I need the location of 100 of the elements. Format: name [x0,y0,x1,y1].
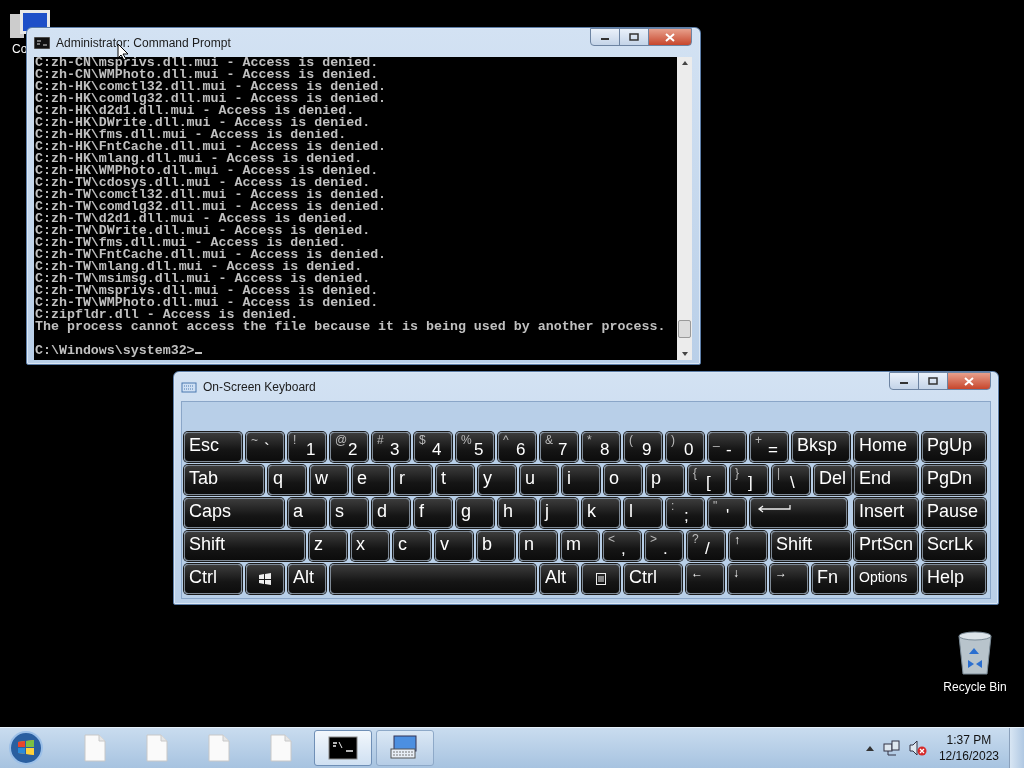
scrollbar[interactable] [677,57,692,360]
keyboard-key[interactable]: : ; [666,498,704,528]
keyboard-key[interactable]: n [519,531,557,561]
clock[interactable]: 1:37 PM 12/16/2023 [934,732,1003,764]
keyboard-key[interactable]: Ctrl [624,564,682,594]
terminal-line: C:zh-TW\cdosys.dll.mui - Access is denied. [35,177,371,189]
terminal-line: C:zh-TW\msimsg.dll.mui - Access is denied. [35,273,371,285]
keyboard-taskbar-button[interactable] [376,730,434,766]
keyboard-key[interactable]: h [498,498,536,528]
keyboard-key[interactable]: ( 9 [624,432,662,462]
keyboard-key[interactable]: j [540,498,578,528]
keyboard-key[interactable]: Shift [771,531,851,561]
keyboard-key[interactable]: Bksp [792,432,850,462]
keyboard-key[interactable]: ! 1 [288,432,326,462]
keyboard-key[interactable]: g [456,498,494,528]
keyboard-key[interactable]: { [ [688,465,726,495]
show-hidden-icons-button[interactable] [864,744,875,752]
keyboard-key[interactable]: " ' [708,498,746,528]
keyboard-key[interactable]: Home [854,432,918,462]
scroll-thumb[interactable] [678,320,691,338]
keyboard-key[interactable]: } ] [730,465,768,495]
command-prompt[interactable]: C:\Windows\system32> [35,343,195,358]
keyboard-key[interactable]: f [414,498,452,528]
keyboard-key[interactable]: c [393,531,431,561]
keyboard-key[interactable]: ^ 6 [498,432,536,462]
keyboard-key[interactable]: | \ [772,465,810,495]
keyboard-key[interactable]: ↑ [729,531,767,561]
keyboard-key[interactable]: Shift [184,531,305,561]
keyboard-key[interactable]: ScrLk [922,531,986,561]
terminal-line: C:zh-TW\FntCache.dll.mui - Access is denied. [35,249,388,261]
keyboard-key[interactable]: x [351,531,389,561]
keyboard-key[interactable]: y [478,465,516,495]
keyboard-key[interactable]: ← [686,564,724,594]
keyboard-key[interactable]: Insert [854,498,918,528]
keyboard-key[interactable]: Esc [184,432,242,462]
terminal-line: C:zh-TW\WMPhoto.dll.mui - Access is denied. [35,297,380,309]
keyboard-key[interactable]: d [372,498,410,528]
keyboard-key[interactable]: & 7 [540,432,578,462]
console-taskbar-button[interactable] [314,730,372,766]
keyboard-key[interactable]: i [562,465,600,495]
keyboard-key[interactable]: Caps [184,498,284,528]
maximize-button[interactable] [918,372,948,390]
start-button[interactable] [8,730,44,766]
keyboard-key[interactable]: w [310,465,348,495]
keyboard-key[interactable]: v [435,531,473,561]
keyboard-key[interactable]: ~ ` [246,432,284,462]
keyboard-key[interactable]: $ 4 [414,432,452,462]
keyboard-key[interactable]: PgUp [922,432,986,462]
keyboard-key[interactable]: b [477,531,515,561]
keyboard-key[interactable]: a [288,498,326,528]
windows-key[interactable] [246,564,284,594]
keyboard-key[interactable]: * 8 [582,432,620,462]
keyboard-key[interactable]: u [520,465,558,495]
keyboard-key[interactable]: r [394,465,432,495]
keyboard-key[interactable]: t [436,465,474,495]
keyboard-key[interactable]: k [582,498,620,528]
keyboard-key[interactable]: ↓ [728,564,766,594]
keyboard-key[interactable]: + = [750,432,788,462]
enter-key[interactable] [750,498,847,528]
keyboard-key[interactable]: Ctrl [184,564,242,594]
keyboard-key[interactable]: Del [814,465,852,495]
keyboard-key[interactable]: # 3 [372,432,410,462]
keyboard-key[interactable]: q [268,465,306,495]
text-cursor [194,352,202,354]
keyboard-key[interactable]: _ - [708,432,746,462]
recycle-bin-icon[interactable] [956,630,994,676]
keyboard-key[interactable]: < , [603,531,641,561]
close-button[interactable] [947,372,991,390]
menu-key[interactable] [582,564,620,594]
keyboard-key[interactable]: → [770,564,808,594]
keyboard-key[interactable]: Fn [812,564,850,594]
keyboard-key[interactable]: Alt [288,564,326,594]
keyboard-key[interactable]: ? / [687,531,725,561]
keyboard-key[interactable]: PrtScn [854,531,918,561]
keyboard-key[interactable]: l [624,498,662,528]
keyboard-key[interactable]: Tab [184,465,264,495]
space-key[interactable] [330,564,536,594]
keyboard-key[interactable]: s [330,498,368,528]
keyboard-key[interactable]: p [646,465,684,495]
keyboard-key[interactable]: %5 [456,432,494,462]
keyboard-key[interactable]: z [309,531,347,561]
keyboard-key[interactable]: Options [854,564,918,594]
keyboard-key[interactable]: @2 [330,432,368,462]
muted-volume-icon[interactable] [908,740,927,756]
keyboard-key[interactable]: Pause [922,498,986,528]
maximize-button[interactable] [619,28,649,46]
keyboard-key[interactable]: o [604,465,642,495]
keyboard-key[interactable]: m [561,531,599,561]
keyboard-key[interactable]: PgDn [922,465,986,495]
keyboard-key[interactable]: Help [922,564,986,594]
network-icon[interactable] [882,740,901,756]
close-button[interactable] [648,28,692,46]
keyboard-key[interactable]: > . [645,531,683,561]
desktop-icon-label[interactable]: Recycle Bin [943,680,1007,694]
keyboard-key[interactable]: Alt [540,564,578,594]
keyboard-key[interactable]: ) 0 [666,432,704,462]
minimize-button[interactable] [590,28,620,46]
keyboard-key[interactable]: e [352,465,390,495]
minimize-button[interactable] [889,372,919,390]
keyboard-key[interactable]: End [854,465,918,495]
